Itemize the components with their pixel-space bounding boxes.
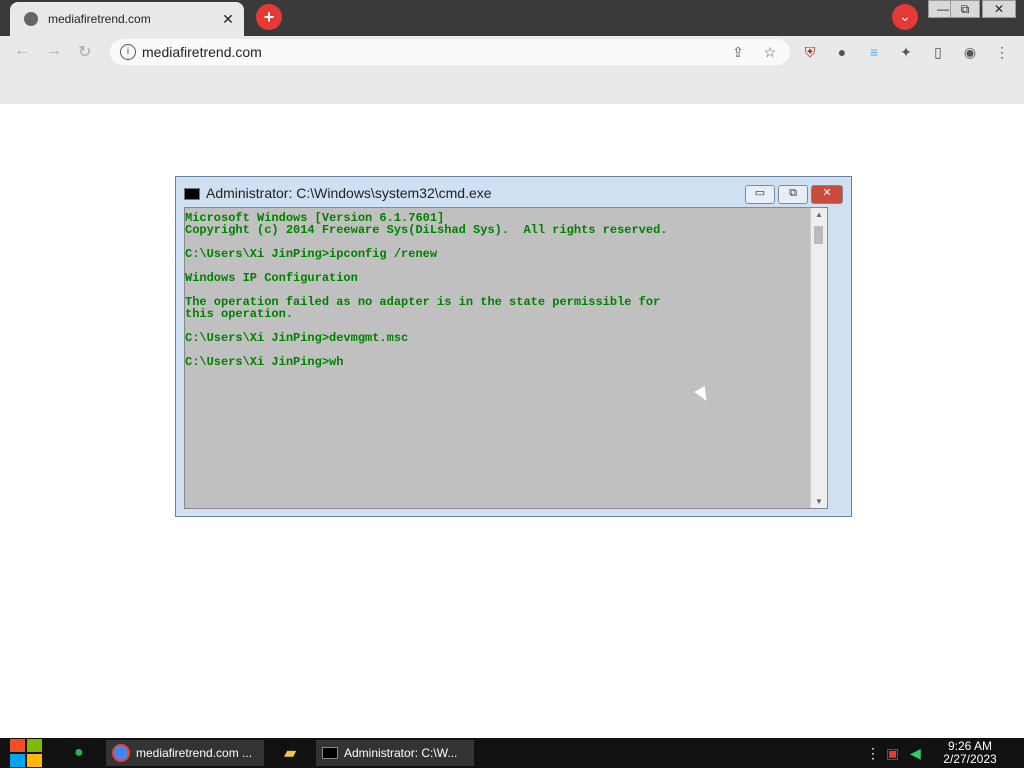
cmd-close-button[interactable]: ✕	[811, 185, 843, 204]
extension-avatar-icon[interactable]: ●	[834, 44, 850, 60]
scrollbar-thumb[interactable]	[814, 226, 823, 244]
puzzle-icon[interactable]: ✦	[898, 44, 914, 60]
new-tab-button[interactable]: +	[256, 4, 282, 30]
menu-icon[interactable]: ⋮	[994, 44, 1010, 60]
close-button[interactable]: ✕	[982, 0, 1016, 18]
cmd-minimize-button[interactable]: ▭	[745, 185, 775, 204]
flag-extension-icon[interactable]: ≡	[866, 44, 882, 60]
star-icon[interactable]: ☆	[762, 44, 778, 60]
ublock-icon[interactable]: ⛨	[802, 44, 818, 60]
folder-icon[interactable]: ▰	[278, 740, 302, 766]
clock[interactable]: 9:26 AM 2/27/2023	[940, 740, 1000, 766]
volume-icon[interactable]: ◀	[904, 740, 924, 766]
taskbar-chrome[interactable]: mediafiretrend.com ...	[106, 740, 264, 766]
browser-titlebar: mediafiretrend.com ✕ + ⌄ — ⧉ ✕	[0, 0, 1024, 36]
taskbar: ● mediafiretrend.com ... ▰ Administrator…	[0, 738, 1024, 768]
sidepanel-icon[interactable]: ▯	[930, 44, 946, 60]
start-button[interactable]	[10, 738, 44, 768]
spotify-icon[interactable]: ●	[68, 740, 96, 766]
cmd-maximize-button[interactable]: ⧉	[778, 185, 808, 204]
taskbar-cmd-label: Administrator: C:\W...	[344, 746, 458, 760]
cmd-title-text: Administrator: C:\Windows\system32\cmd.e…	[206, 185, 492, 201]
address-bar[interactable]: i mediafiretrend.com	[110, 39, 790, 65]
clock-date: 2/27/2023	[943, 752, 997, 766]
share-icon[interactable]: ⇪	[730, 44, 746, 60]
taskbar-chrome-label: mediafiretrend.com ...	[136, 746, 253, 760]
console-area[interactable]: Microsoft Windows [Version 6.1.7601] Cop…	[184, 207, 828, 509]
forward-icon[interactable]: →	[46, 42, 62, 60]
cmd-icon	[184, 188, 200, 201]
site-info-icon[interactable]: i	[120, 44, 136, 60]
profile-icon[interactable]: ◉	[962, 44, 978, 60]
scroll-up-icon[interactable]: ▲	[811, 210, 827, 219]
scroll-down-icon[interactable]: ▼	[811, 497, 827, 506]
tab-title: mediafiretrend.com	[48, 12, 151, 26]
back-icon[interactable]: ←	[14, 42, 30, 60]
chrome-icon	[112, 744, 130, 762]
url-text: mediafiretrend.com	[142, 44, 262, 60]
tab-close-button[interactable]: ✕	[218, 11, 238, 28]
tab-active[interactable]: mediafiretrend.com ✕	[10, 2, 244, 36]
restore-button[interactable]: ⧉	[950, 0, 980, 18]
cmd-titlebar: Administrator: C:\Windows\system32\cmd.e…	[184, 185, 492, 201]
browser-toolbar: ← → ↻ i mediafiretrend.com ⇪ ☆ ⛨ ● ≡ ✦ ▯…	[0, 36, 1024, 68]
security-icon[interactable]: ▣	[880, 740, 900, 766]
taskbar-cmd[interactable]: Administrator: C:\W...	[316, 740, 474, 766]
cmd-window: Administrator: C:\Windows\system32\cmd.e…	[175, 176, 852, 517]
bookmarks-bar	[0, 68, 1024, 105]
console-scrollbar[interactable]: ▲ ▼	[810, 208, 827, 508]
cmd-icon	[322, 747, 338, 759]
overflow-icon[interactable]: ⋮	[860, 740, 880, 766]
globe-icon	[24, 12, 38, 26]
tab-search-button[interactable]: ⌄	[892, 4, 918, 30]
reload-icon[interactable]: ↻	[78, 42, 91, 62]
console-output: Microsoft Windows [Version 6.1.7601] Cop…	[185, 211, 668, 369]
